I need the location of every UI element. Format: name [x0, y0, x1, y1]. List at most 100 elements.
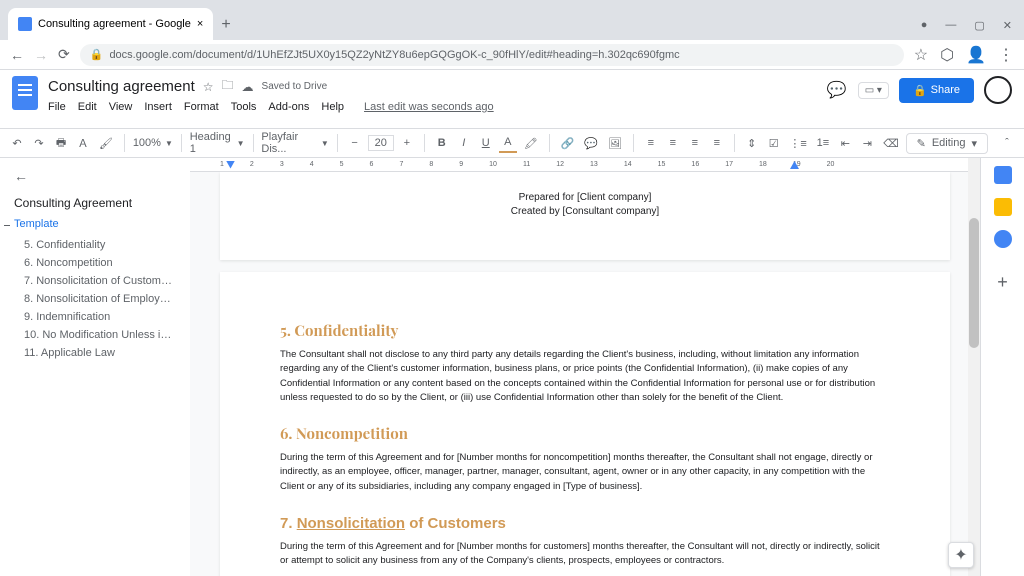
comments-icon[interactable]: 💬: [826, 79, 848, 101]
menu-view[interactable]: View: [109, 101, 133, 113]
prepared-for-text[interactable]: Prepared for [Client company]: [280, 192, 890, 203]
undo-button[interactable]: ↶: [8, 134, 26, 153]
star-icon[interactable]: ☆: [914, 45, 928, 65]
align-justify-button[interactable]: ≡: [708, 134, 726, 152]
mode-button[interactable]: Editing ▾: [906, 133, 988, 154]
docs-favicon-icon: [18, 17, 32, 31]
last-edit-link[interactable]: Last edit was seconds ago: [364, 101, 494, 113]
move-icon[interactable]: 🗀: [222, 76, 234, 97]
circle-icon[interactable]: ●: [921, 19, 928, 32]
maximize-icon[interactable]: ▢: [974, 19, 984, 32]
heading-7[interactable]: 7. Nonsolicitation of Customers: [280, 512, 890, 532]
clear-format-button[interactable]: ⌫: [880, 134, 901, 153]
keep-icon[interactable]: [994, 198, 1012, 216]
section-7-body[interactable]: During the term of this Agreement and fo…: [280, 540, 890, 569]
align-center-button[interactable]: ≡: [664, 134, 682, 152]
extension-icon[interactable]: ⬡: [940, 45, 954, 65]
docs-logo-icon[interactable]: [12, 76, 38, 110]
outline-item[interactable]: 5. Confidentiality: [14, 236, 176, 254]
section-6-body[interactable]: During the term of this Agreement and fo…: [280, 451, 890, 494]
font-select[interactable]: Playfair Dis...: [261, 131, 316, 155]
link-button[interactable]: 🔗: [558, 134, 578, 153]
scrollbar-thumb[interactable]: [969, 218, 979, 348]
ruler-marker-left[interactable]: [226, 161, 235, 169]
collapse-toolbar-button[interactable]: ˆ: [998, 134, 1016, 152]
star-doc-icon[interactable]: ☆: [203, 80, 214, 94]
text-color-button[interactable]: A: [499, 133, 517, 153]
document-title[interactable]: Consulting agreement: [48, 78, 195, 95]
menu-tools[interactable]: Tools: [231, 101, 257, 113]
reload-button[interactable]: ⟳: [58, 46, 70, 63]
section-5-body[interactable]: The Consultant shall not disclose to any…: [280, 348, 890, 405]
outline-back-button[interactable]: ←: [14, 168, 176, 184]
outline-template[interactable]: Template: [14, 218, 176, 230]
address-bar[interactable]: 🔒 docs.google.com/document/d/1UhEfZJt5UX…: [80, 44, 904, 66]
lock-icon: 🔒: [90, 48, 104, 61]
align-left-button[interactable]: ≡: [642, 134, 660, 152]
close-tab-icon[interactable]: ×: [197, 18, 203, 30]
menu-edit[interactable]: Edit: [78, 101, 97, 113]
style-select[interactable]: Heading 1: [190, 131, 233, 155]
document-area: 1234567 891011121314 151617181920 Prepar…: [190, 158, 980, 576]
redo-button[interactable]: ↷: [30, 134, 48, 153]
created-by-text[interactable]: Created by [Consultant company]: [280, 206, 890, 217]
scrollbar-track[interactable]: [968, 158, 980, 576]
back-button[interactable]: ←: [10, 47, 24, 63]
spellcheck-button[interactable]: Ａ: [74, 132, 92, 154]
line-spacing-button[interactable]: ⇕: [743, 134, 761, 153]
menu-insert[interactable]: Insert: [144, 101, 172, 113]
heading-5[interactable]: 5. Confidentiality: [280, 320, 890, 340]
bullet-list-button[interactable]: ⋮≡: [787, 134, 810, 153]
menu-format[interactable]: Format: [184, 101, 219, 113]
checklist-button[interactable]: ☑: [765, 134, 783, 153]
page-scroll-container[interactable]: Prepared for [Client company] Created by…: [190, 172, 980, 576]
bold-button[interactable]: B: [433, 134, 451, 152]
decrease-indent-button[interactable]: ⇤: [836, 134, 854, 153]
outline-item[interactable]: 9. Indemnification: [14, 308, 176, 326]
horizontal-ruler[interactable]: 1234567 891011121314 151617181920: [190, 158, 980, 172]
account-avatar[interactable]: [984, 76, 1012, 104]
explore-button[interactable]: ✦: [948, 542, 974, 568]
highlight-button[interactable]: 🖍: [521, 134, 541, 153]
menu-help[interactable]: Help: [321, 101, 344, 113]
browser-tabs-bar: Consulting agreement - Google × + ● — ▢ …: [0, 0, 1024, 40]
minimize-icon[interactable]: —: [945, 19, 956, 32]
share-button[interactable]: 🔒 Share: [899, 78, 974, 103]
close-window-icon[interactable]: ✕: [1003, 19, 1012, 32]
paint-format-button[interactable]: 🖌: [96, 134, 116, 153]
window-controls: ● — ▢ ✕: [921, 19, 1024, 40]
numbered-list-button[interactable]: 1≡: [814, 134, 833, 152]
font-size-input[interactable]: 20: [368, 135, 394, 151]
decrease-font-button[interactable]: −: [346, 134, 364, 152]
align-right-button[interactable]: ≡: [686, 134, 704, 152]
profile-icon[interactable]: 👤: [966, 45, 986, 65]
menu-addons[interactable]: Add-ons: [268, 101, 309, 113]
more-icon[interactable]: ⋮: [998, 45, 1014, 65]
document-page[interactable]: 5. Confidentiality The Consultant shall …: [220, 272, 950, 576]
tab-title: Consulting agreement - Google: [38, 18, 191, 30]
forward-button[interactable]: →: [34, 47, 48, 63]
outline-item[interactable]: 8. Nonsolicitation of Employees: [14, 290, 176, 308]
docs-header: Consulting agreement ☆ 🗀 ☁ Saved to Driv…: [0, 70, 1024, 128]
present-button[interactable]: ▭ ▾: [858, 82, 889, 99]
new-tab-button[interactable]: +: [221, 16, 230, 40]
zoom-select[interactable]: 100%: [133, 137, 161, 149]
outline-item[interactable]: 10. No Modification Unless in W..: [14, 326, 176, 344]
save-status: Saved to Drive: [262, 81, 328, 92]
comment-button[interactable]: 💬: [581, 134, 601, 153]
print-button[interactable]: 🖶: [52, 131, 70, 156]
increase-font-button[interactable]: +: [398, 134, 416, 152]
tasks-icon[interactable]: [994, 230, 1012, 248]
increase-indent-button[interactable]: ⇥: [858, 134, 876, 153]
image-button[interactable]: 🖼: [605, 134, 625, 153]
browser-tab[interactable]: Consulting agreement - Google ×: [8, 8, 213, 40]
heading-6[interactable]: 6. Noncompetition: [280, 423, 890, 443]
calendar-icon[interactable]: [994, 166, 1012, 184]
outline-item[interactable]: 7. Nonsolicitation of Customers: [14, 272, 176, 290]
underline-button[interactable]: U: [477, 134, 495, 152]
menu-file[interactable]: File: [48, 101, 66, 113]
outline-item[interactable]: 11. Applicable Law: [14, 344, 176, 362]
outline-item[interactable]: 6. Noncompetition: [14, 254, 176, 272]
italic-button[interactable]: I: [455, 134, 473, 152]
add-addon-icon[interactable]: +: [997, 272, 1008, 293]
